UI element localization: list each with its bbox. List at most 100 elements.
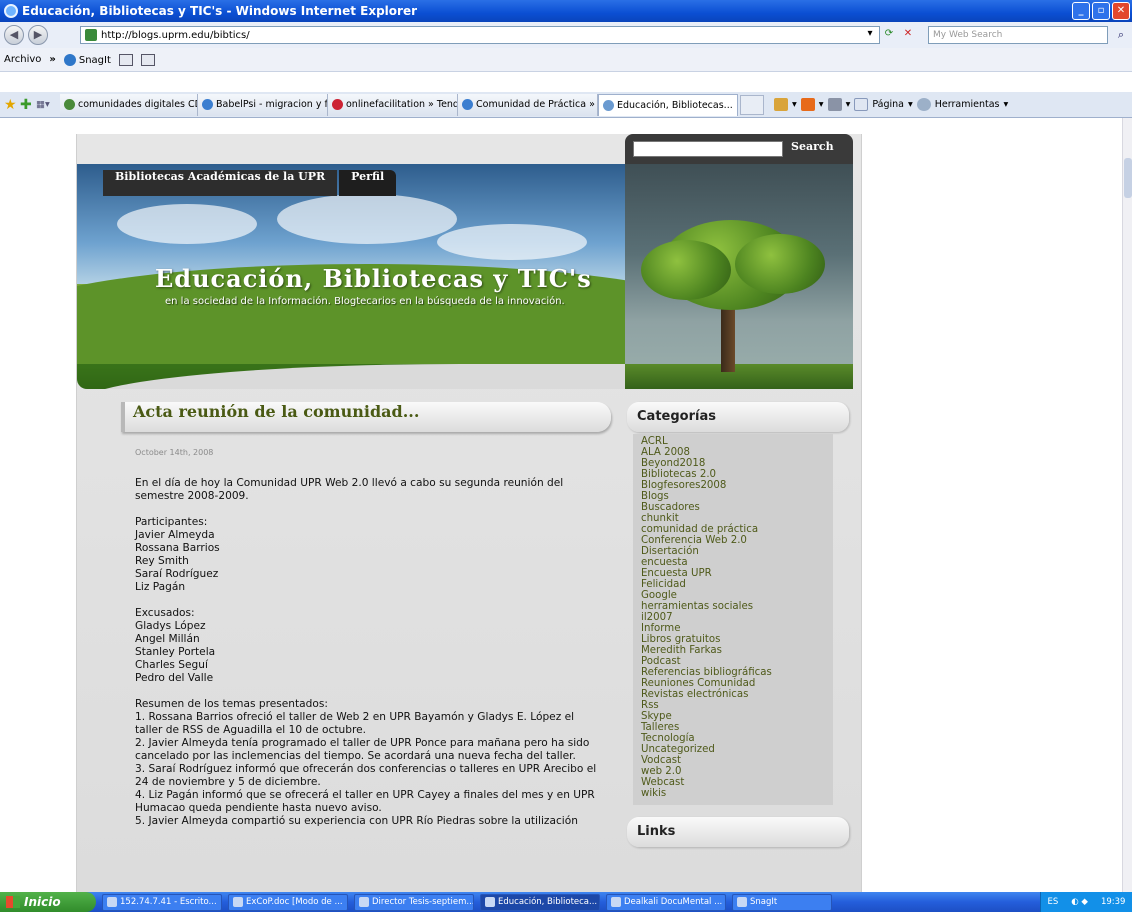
word-icon [359, 897, 369, 907]
taskbar-item[interactable]: Dealkali DocuMental ... [606, 893, 726, 911]
category-link[interactable]: Podcast [641, 656, 833, 667]
web-search-input[interactable]: My Web Search [928, 26, 1108, 44]
category-link[interactable]: Encuesta UPR [641, 568, 833, 579]
start-button[interactable]: Inicio [0, 892, 96, 912]
capture-window-icon[interactable] [118, 53, 133, 66]
print-icon[interactable] [827, 98, 842, 111]
category-link[interactable]: Tecnología [641, 733, 833, 744]
search-icon[interactable]: ⌕ [1112, 26, 1130, 44]
blog-search-button[interactable]: Search [791, 140, 834, 153]
vertical-scrollbar[interactable] [1122, 118, 1132, 892]
category-link[interactable]: Disertación [641, 546, 833, 557]
tab-babelpsi[interactable]: BabelPsi - migracion y fen... [198, 93, 328, 116]
site-tagline: en la sociedad de la Información. Blogte… [165, 296, 565, 307]
category-link[interactable]: Meredith Farkas [641, 645, 833, 656]
page-menu[interactable]: Página [872, 99, 904, 110]
post-date: October 14th, 2008 [135, 448, 214, 457]
taskbar-item[interactable]: SnagIt [732, 893, 832, 911]
categories-list: ACRL ALA 2008 Beyond2018 Bibliotecas 2.0 Blo… [633, 434, 833, 805]
blog-post: Acta reunión de la comunidad... October … [121, 402, 611, 841]
category-link[interactable]: chunkit [641, 513, 833, 524]
tab-label: BabelPsi - migracion y fen... [216, 99, 328, 110]
scrollbar-thumb[interactable] [1124, 158, 1132, 198]
taskbar-item-active[interactable]: Educación, Biblioteca... [480, 893, 600, 911]
back-icon[interactable]: ◀ [4, 25, 24, 45]
category-link[interactable]: Blogs [641, 491, 833, 502]
category-link[interactable]: comunidad de práctica [641, 524, 833, 535]
forward-icon[interactable]: ▶ [28, 25, 48, 45]
category-link[interactable]: Revistas electrónicas [641, 689, 833, 700]
minimize-icon[interactable]: _ [1072, 2, 1090, 20]
address-field[interactable]: http://blogs.uprm.edu/bibtics/ [80, 26, 880, 44]
close-icon[interactable]: ✕ [1112, 2, 1130, 20]
category-link[interactable]: Vodcast [641, 755, 833, 766]
capture-edit-icon[interactable] [140, 53, 155, 66]
windows-taskbar: Inicio 152.74.7.41 - Escrito... ExCoP.do… [0, 892, 1132, 912]
home-icon[interactable] [774, 98, 788, 111]
tab-favicon-icon [462, 99, 473, 110]
new-tab-button[interactable] [740, 94, 764, 115]
menu-archivo[interactable]: Archivo [4, 54, 41, 65]
blog-top-nav: Bibliotecas Académicas de la UPR Perfil [103, 170, 397, 196]
category-link[interactable]: Felicidad [641, 579, 833, 590]
add-favorites-icon[interactable]: ✚ [20, 97, 36, 113]
post-paragraph: Resumen de los temas presentados: 1. Ros… [135, 698, 597, 827]
quick-tabs-icon[interactable]: ▦▾ [36, 99, 60, 110]
snagit-button[interactable]: SnagIt [63, 53, 111, 66]
category-link[interactable]: Libros gratuitos [641, 634, 833, 645]
category-link[interactable]: Uncategorized [641, 744, 833, 755]
stop-icon[interactable]: ✕ [900, 26, 916, 42]
category-link[interactable]: encuesta [641, 557, 833, 568]
command-bar: ▾ ▾ ▾ Página ▾ Herramientas ▾ [774, 98, 1008, 111]
category-link[interactable]: Skype [641, 711, 833, 722]
category-link[interactable]: Webcast [641, 777, 833, 788]
category-link[interactable]: herramientas sociales [641, 601, 833, 612]
category-link[interactable]: Talleres [641, 722, 833, 733]
maximize-icon[interactable]: ▫ [1092, 2, 1110, 20]
category-link[interactable]: il2007 [641, 612, 833, 623]
category-link[interactable]: web 2.0 [641, 766, 833, 777]
tab-onlinefacilitation[interactable]: onlinefacilitation » Tendril... [328, 93, 458, 116]
window-title: Educación, Bibliotecas y TIC's - Windows… [22, 4, 418, 18]
nav-perfil[interactable]: Perfil [339, 170, 397, 196]
category-link[interactable]: ACRL [641, 436, 833, 447]
tab-comunidades[interactable]: comunidades digitales CDI... [60, 93, 198, 116]
language-indicator[interactable]: ES [1048, 897, 1059, 907]
site-title[interactable]: Educación, Bibliotecas y TIC's [155, 264, 592, 293]
category-link[interactable]: Google [641, 590, 833, 601]
blog-search-input[interactable] [633, 141, 783, 157]
tools-gear-icon [916, 98, 931, 111]
category-link[interactable]: Conferencia Web 2.0 [641, 535, 833, 546]
post-title[interactable]: Acta reunión de la comunidad... [121, 402, 611, 432]
category-link[interactable]: ALA 2008 [641, 447, 833, 458]
favorites-star-icon[interactable]: ★ [4, 97, 20, 113]
tab-educacion-active[interactable]: Educación, Bibliotecas... ✕ [598, 93, 738, 116]
tray-icons[interactable]: ◐ ◆ [1071, 897, 1088, 907]
category-link[interactable]: Referencias bibliográficas [641, 667, 833, 678]
category-link[interactable]: Beyond2018 [641, 458, 833, 469]
tab-comunidad-practica[interactable]: Comunidad de Práctica » ... [458, 93, 598, 116]
post-paragraph: Excusados: Gladys López Angel Millán Sta… [135, 607, 216, 684]
taskbar-item[interactable]: 152.74.7.41 - Escrito... [102, 893, 222, 911]
category-link[interactable]: wikis [641, 788, 833, 799]
address-toolbar: ◀ ▶ http://blogs.uprm.edu/bibtics/ ▾ ⟳ ✕… [0, 22, 1132, 48]
blog-header-banner: Bibliotecas Académicas de la UPR Perfil … [77, 164, 853, 389]
taskbar-item[interactable]: Director Tesis-septiem... [354, 893, 474, 911]
feeds-icon[interactable] [800, 98, 815, 111]
category-link[interactable]: Reuniones Comunidad [641, 678, 833, 689]
post-body: En el día de hoy la Comunidad UPR Web 2.… [121, 477, 601, 828]
category-link[interactable]: Rss [641, 700, 833, 711]
taskbar-item[interactable]: ExCoP.doc [Modo de ... [228, 893, 348, 911]
category-link[interactable]: Buscadores [641, 502, 833, 513]
category-link[interactable]: Blogfesores2008 [641, 480, 833, 491]
browser-viewport: Search Bibliotecas Académicas de la UPR … [0, 118, 1132, 892]
menu-chevron[interactable]: » [49, 54, 55, 65]
dropdown-icon[interactable]: ▾ [862, 26, 878, 42]
tab-favicon-icon [332, 99, 343, 110]
category-link[interactable]: Informe [641, 623, 833, 634]
tools-menu[interactable]: Herramientas [935, 99, 1000, 110]
category-link[interactable]: Bibliotecas 2.0 [641, 469, 833, 480]
nav-bibliotecas-academicas[interactable]: Bibliotecas Académicas de la UPR [103, 170, 338, 196]
refresh-icon[interactable]: ⟳ [881, 26, 897, 42]
start-label: Inicio [24, 895, 61, 909]
